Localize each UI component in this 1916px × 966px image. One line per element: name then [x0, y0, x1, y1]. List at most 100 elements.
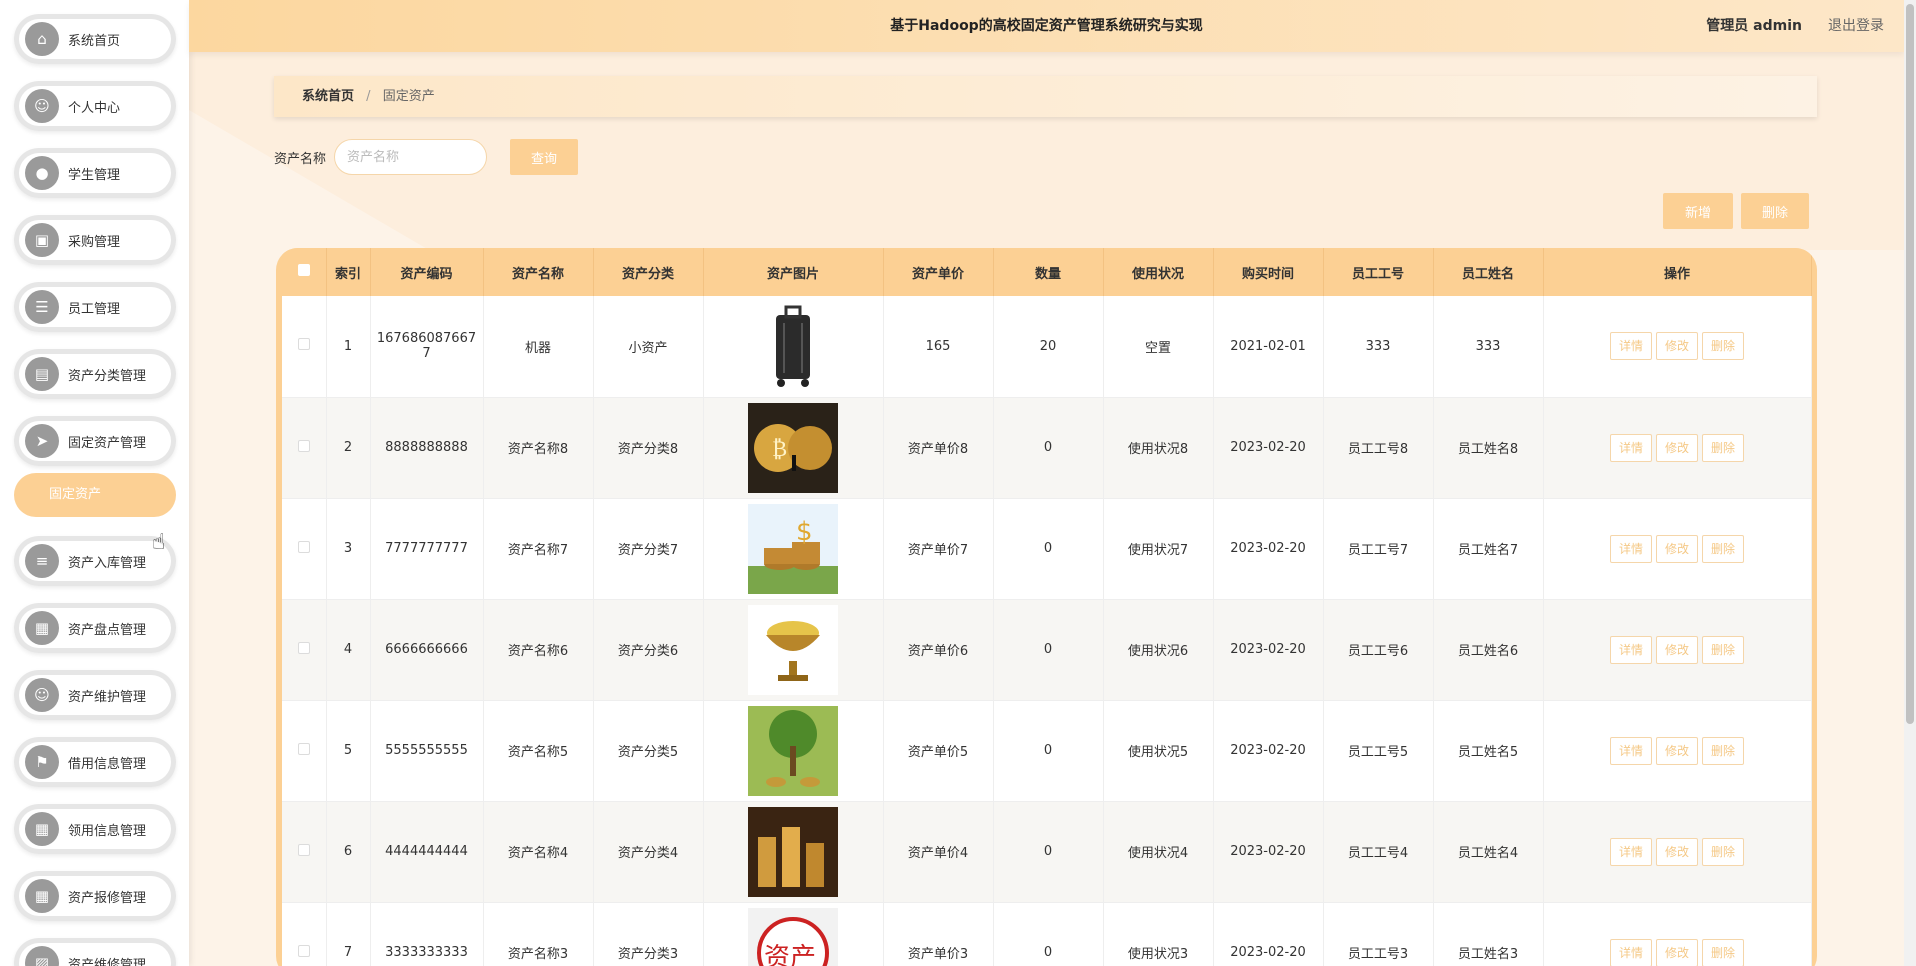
detail-button[interactable]: 详情	[1609, 938, 1652, 966]
sidebar-item-6[interactable]: ▤ 资产分类管理	[14, 349, 176, 399]
row-delete-button[interactable]: 删除	[1702, 534, 1745, 563]
asset-table: 索引 资产编码 资产名称 资产分类 资产图片 资产单价 数量 使用状况 购买时间 员工工号 员工姓名…	[282, 248, 1812, 966]
cell-price: 资产单价7	[883, 498, 994, 600]
printer-icon: ▤	[25, 357, 59, 391]
row-select-cell[interactable]	[282, 498, 327, 600]
asset-name-search-input[interactable]	[334, 139, 487, 175]
row-select-cell[interactable]	[282, 296, 327, 398]
row-delete-button[interactable]: 删除	[1702, 635, 1745, 664]
cell-emp_name: 员工姓名6	[1433, 599, 1544, 701]
cell-name: 资产名称4	[483, 801, 594, 903]
cell-operations: 详情 修改 删除	[1543, 700, 1812, 802]
row-select-cell[interactable]	[282, 902, 327, 966]
row-delete-button[interactable]: 删除	[1702, 837, 1745, 866]
row-select-cell[interactable]	[282, 599, 327, 701]
sidebar-item-14[interactable]: ▨ 资产维修管理	[14, 938, 176, 966]
svg-text:资产: 资产	[764, 943, 816, 966]
cell-price: 资产单价5	[883, 700, 994, 802]
logout-link[interactable]: 退出登录	[1828, 0, 1884, 52]
row-checkbox[interactable]	[297, 843, 310, 856]
edit-button[interactable]: 修改	[1655, 938, 1698, 966]
row-delete-button[interactable]: 删除	[1702, 736, 1745, 765]
add-button[interactable]: 新增	[1663, 193, 1733, 229]
cell-emp_name: 333	[1433, 296, 1544, 398]
detail-button[interactable]: 详情	[1609, 635, 1652, 664]
sidebar-item-9[interactable]: ▦ 资产盘点管理	[14, 603, 176, 653]
detail-button[interactable]: 详情	[1609, 736, 1652, 765]
edit-button[interactable]: 修改	[1655, 332, 1698, 361]
asset-thumbnail-image: $	[748, 503, 838, 594]
grid-icon: ▦	[25, 879, 59, 913]
sidebar-item-label: 学生管理	[68, 167, 121, 183]
scrollbar-thumb[interactable]	[1906, 4, 1914, 724]
chart-icon: ▨	[25, 946, 59, 966]
sidebar-item-3[interactable]: ● 学生管理	[14, 148, 176, 198]
detail-button[interactable]: 详情	[1609, 837, 1652, 866]
row-select-cell[interactable]	[282, 801, 327, 903]
breadcrumb-current: 固定资产	[382, 89, 435, 104]
row-delete-button[interactable]: 删除	[1702, 938, 1745, 966]
query-button[interactable]: 查询	[510, 139, 578, 175]
row-select-cell[interactable]	[282, 397, 327, 499]
page-scrollbar[interactable]	[1904, 0, 1916, 966]
cell-image	[703, 599, 884, 701]
row-select-cell[interactable]	[282, 700, 327, 802]
row-checkbox[interactable]	[297, 338, 310, 351]
edit-button[interactable]: 修改	[1655, 837, 1698, 866]
row-checkbox[interactable]	[297, 439, 310, 452]
cell-date: 2023-02-20	[1213, 397, 1324, 499]
row-checkbox[interactable]	[297, 540, 310, 553]
sidebar-item-1[interactable]: ⌂ 系统首页	[14, 14, 176, 64]
cell-emp_name: 员工姓名4	[1433, 801, 1544, 903]
sidebar-item-10[interactable]: ☺ 资产维护管理	[14, 670, 176, 720]
sidebar-item-label: 资产维护管理	[68, 689, 147, 705]
sidebar-item-12[interactable]: ▦ 领用信息管理	[14, 804, 176, 854]
sidebar-item-7[interactable]: ➤ 固定资产管理	[14, 416, 176, 466]
edit-button[interactable]: 修改	[1655, 736, 1698, 765]
sidebar-item-13[interactable]: ▦ 资产报修管理	[14, 871, 176, 921]
asset-thumbnail-image	[748, 301, 838, 392]
cell-category: 资产分类6	[593, 599, 704, 701]
row-checkbox[interactable]	[297, 641, 310, 654]
user-icon: ☺	[25, 89, 59, 123]
sidebar-item-label: 员工管理	[68, 301, 121, 317]
detail-button[interactable]: 详情	[1609, 332, 1652, 361]
sidebar-item-5[interactable]: ☰ 员工管理	[14, 282, 176, 332]
user-icon: ☺	[25, 678, 59, 712]
row-delete-button[interactable]: 删除	[1702, 433, 1745, 462]
breadcrumb-home[interactable]: 系统首页	[302, 89, 354, 104]
row-delete-button[interactable]: 删除	[1702, 332, 1745, 361]
row-checkbox[interactable]	[297, 742, 310, 755]
asset-thumbnail-image: ₿	[748, 402, 838, 493]
select-all-cell[interactable]	[282, 248, 327, 296]
cell-status: 使用状况3	[1103, 902, 1214, 966]
cell-code: 6666666666	[370, 599, 484, 701]
sidebar-item-11[interactable]: ⚑ 借用信息管理	[14, 737, 176, 787]
cell-emp_no: 员工工号8	[1323, 397, 1434, 499]
edit-button[interactable]: 修改	[1655, 534, 1698, 563]
sidebar: ⌂ 系统首页 ☺ 个人中心 ● 学生管理 ▣ 采购管理 ☰ 员工管理 ▤ 资产分类管理 ➤ 固定资产管理 ≡…	[0, 0, 189, 966]
batch-delete-button[interactable]: 删除	[1741, 193, 1809, 229]
cell-emp_no: 员工工号4	[1323, 801, 1434, 903]
sidebar-item-4[interactable]: ▣ 采购管理	[14, 215, 176, 265]
submenu-item-fixed-assets[interactable]: 固定资产	[14, 473, 176, 517]
cell-date: 2023-02-20	[1213, 801, 1324, 903]
select-all-checkbox[interactable]	[297, 264, 310, 276]
sidebar-item-label: 固定资产管理	[68, 435, 147, 451]
cell-name: 资产名称3	[483, 902, 594, 966]
sidebar-item-2[interactable]: ☺ 个人中心	[14, 81, 176, 131]
detail-button[interactable]: 详情	[1609, 433, 1652, 462]
cell-image: 资产	[703, 902, 884, 966]
apps-icon: ▦	[25, 812, 59, 846]
cell-date: 2023-02-20	[1213, 700, 1324, 802]
row-checkbox[interactable]	[297, 944, 310, 957]
cell-emp_no: 员工工号7	[1323, 498, 1434, 600]
edit-button[interactable]: 修改	[1655, 635, 1698, 664]
cell-image	[703, 296, 884, 398]
cell-price: 资产单价6	[883, 599, 994, 701]
column-header: 员工姓名	[1433, 248, 1544, 296]
breadcrumb-separator: /	[366, 89, 371, 104]
sidebar-item-label: 资产维修管理	[68, 957, 147, 966]
edit-button[interactable]: 修改	[1655, 433, 1698, 462]
detail-button[interactable]: 详情	[1609, 534, 1652, 563]
